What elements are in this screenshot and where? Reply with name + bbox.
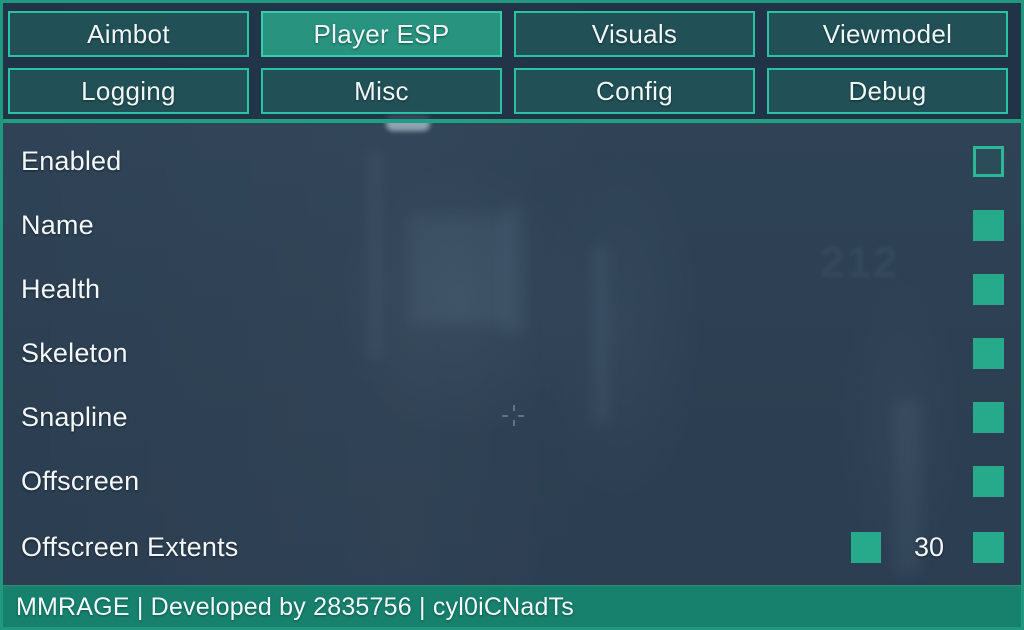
checkbox-offscreen-extents[interactable] bbox=[973, 531, 1004, 563]
option-label-snapline: Snapline bbox=[21, 401, 128, 432]
option-row-offscreen-extents[interactable]: Offscreen Extents 30 bbox=[3, 525, 1021, 569]
tab-row-1: Aimbot Player ESP Visuals Viewmodel bbox=[8, 11, 1008, 57]
tab-player-esp[interactable]: Player ESP bbox=[261, 11, 502, 57]
tab-aimbot[interactable]: Aimbot bbox=[8, 11, 249, 57]
option-row-skeleton[interactable]: Skeleton bbox=[3, 331, 1021, 375]
tab-misc[interactable]: Misc bbox=[261, 68, 502, 114]
option-row-health[interactable]: Health bbox=[3, 267, 1021, 311]
checkbox-health[interactable] bbox=[973, 273, 1004, 305]
checkbox-enabled[interactable] bbox=[973, 145, 1004, 177]
cheat-menu-window: 212 Aimbot Player ESP Visuals Viewmodel … bbox=[0, 0, 1024, 630]
slider-value-offscreen-extents: 30 bbox=[913, 531, 945, 562]
checkbox-offscreen[interactable] bbox=[973, 465, 1004, 497]
status-bar-text: MMRAGE | Developed by 2835756 | cyl0iCNa… bbox=[16, 593, 574, 621]
option-row-snapline[interactable]: Snapline bbox=[3, 395, 1021, 439]
tab-logging[interactable]: Logging bbox=[8, 68, 249, 114]
option-row-enabled[interactable]: Enabled bbox=[3, 139, 1021, 183]
option-label-offscreen-extents: Offscreen Extents bbox=[21, 531, 239, 562]
tab-bar: Aimbot Player ESP Visuals Viewmodel Logg… bbox=[0, 0, 1024, 122]
option-label-name: Name bbox=[21, 209, 94, 240]
tab-viewmodel[interactable]: Viewmodel bbox=[767, 11, 1008, 57]
option-row-offscreen[interactable]: Offscreen bbox=[3, 459, 1021, 503]
tab-config[interactable]: Config bbox=[514, 68, 755, 114]
option-label-health: Health bbox=[21, 273, 101, 304]
checkbox-snapline[interactable] bbox=[973, 401, 1004, 433]
status-bar: MMRAGE | Developed by 2835756 | cyl0iCNa… bbox=[0, 585, 1024, 630]
checkbox-name[interactable] bbox=[973, 209, 1004, 241]
checkbox-skeleton[interactable] bbox=[973, 337, 1004, 369]
option-label-skeleton: Skeleton bbox=[21, 337, 128, 368]
slider-handle-offscreen-extents[interactable] bbox=[851, 531, 881, 563]
option-label-offscreen: Offscreen bbox=[21, 465, 140, 496]
tab-debug[interactable]: Debug bbox=[767, 68, 1008, 114]
tab-bar-separator bbox=[0, 119, 1024, 123]
tab-row-2: Logging Misc Config Debug bbox=[8, 68, 1008, 114]
options-list: Enabled Name Health Skeleton Snapline Of… bbox=[3, 125, 1021, 583]
option-row-name[interactable]: Name bbox=[3, 203, 1021, 247]
option-label-enabled: Enabled bbox=[21, 145, 122, 176]
tab-visuals[interactable]: Visuals bbox=[514, 11, 755, 57]
